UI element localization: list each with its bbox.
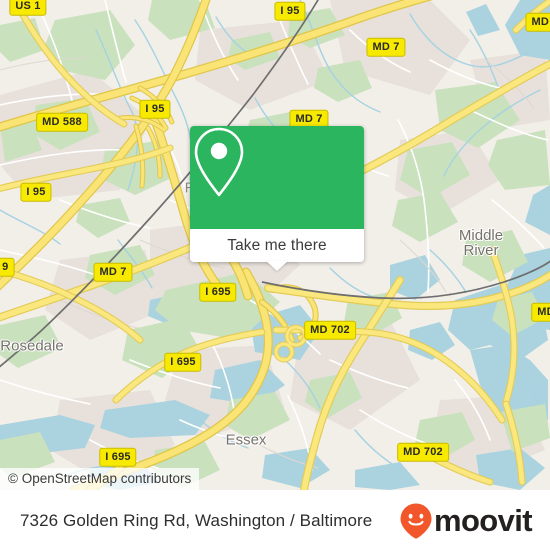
road-shield: MD <box>531 302 550 322</box>
moovit-brand[interactable]: moovit <box>399 502 533 540</box>
popup-footer[interactable]: Take me there <box>190 229 364 271</box>
popup-tail <box>266 261 288 271</box>
road-shield: MD 7 <box>366 37 406 57</box>
road-shield: MD 588 <box>36 112 88 132</box>
moovit-wordmark: moovit <box>433 503 533 538</box>
road-shield: I 695 <box>199 282 237 302</box>
road-shield: MD 7 <box>525 12 550 32</box>
road-shield: I 95 <box>274 1 306 21</box>
popup-header <box>190 126 364 229</box>
map-pin-icon <box>194 127 244 197</box>
road-shield: I 95 <box>139 99 171 119</box>
footer-bar: 7326 Golden Ring Rd, Washington / Baltim… <box>0 490 550 550</box>
road-shield: I 95 <box>20 182 52 202</box>
location-popup-card[interactable]: Take me there <box>190 126 364 271</box>
road-shield: I 9 <box>0 257 15 277</box>
moovit-smiley-pin-icon <box>400 503 432 539</box>
road-shield: MD 7 <box>93 262 133 282</box>
road-shield: MD 702 <box>304 320 356 340</box>
map-canvas[interactable]: .mw-case { fill:none; stroke:#e0c64a; st… <box>0 0 550 490</box>
osm-attribution[interactable]: © OpenStreetMap contributors <box>0 468 200 490</box>
moovit-map-screenshot: .mw-case { fill:none; stroke:#e0c64a; st… <box>0 0 550 550</box>
road-shield: MD 702 <box>397 442 449 462</box>
take-me-there-label: Take me there <box>227 236 327 254</box>
road-shield: US 1 <box>9 0 47 16</box>
road-shield: I 695 <box>164 352 202 372</box>
address-label: 7326 Golden Ring Rd, Washington / Baltim… <box>20 510 373 530</box>
road-shield: I 695 <box>99 447 137 467</box>
